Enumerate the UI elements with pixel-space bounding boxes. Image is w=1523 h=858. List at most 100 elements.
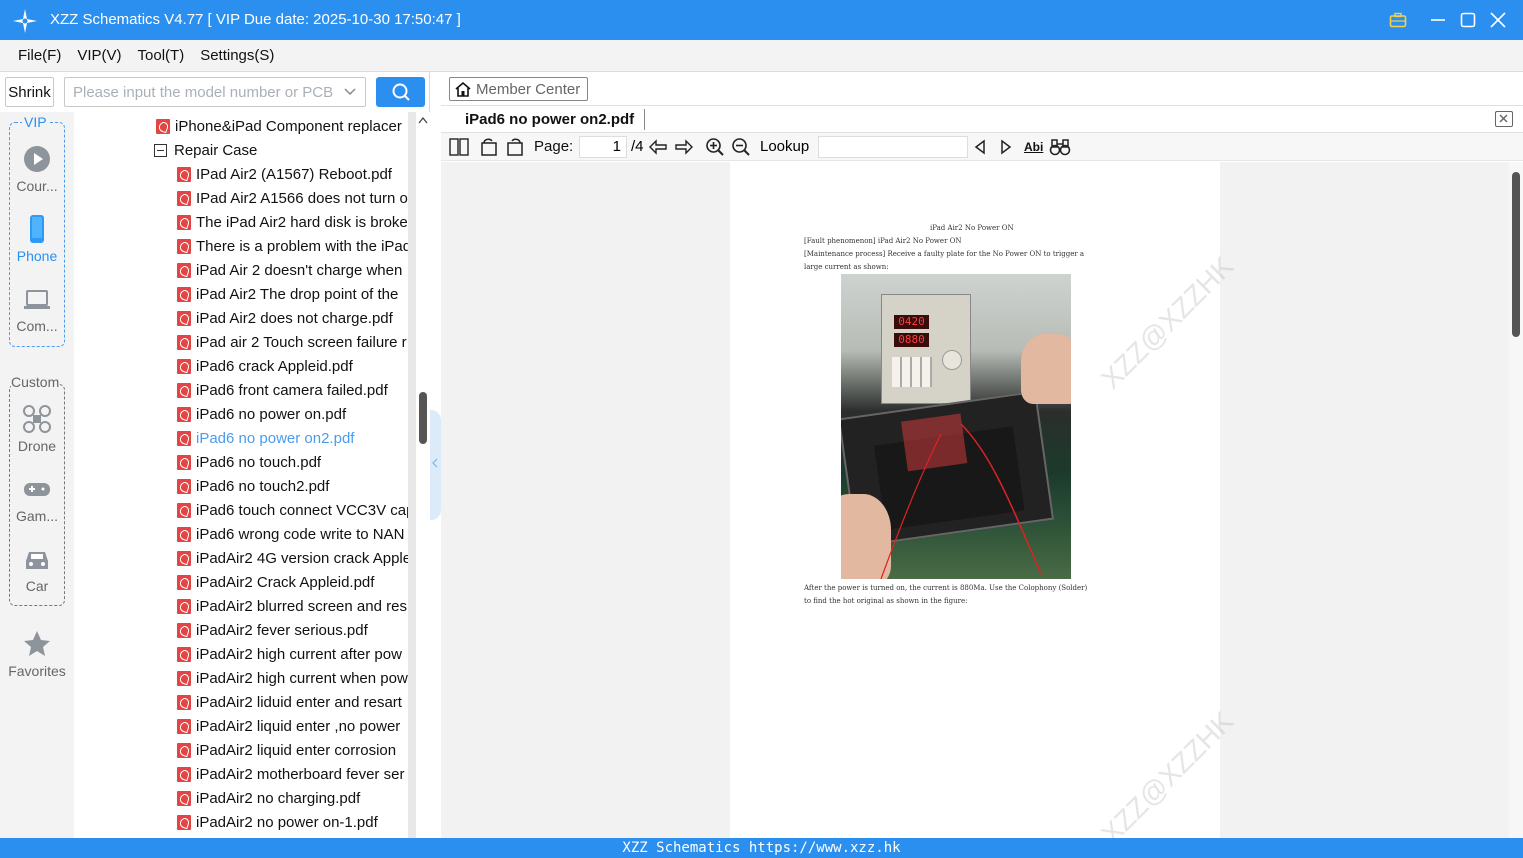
menu-file[interactable]: File(F) <box>18 47 61 64</box>
tree-file-selected[interactable]: iPad6 no power on2.pdf <box>177 426 354 450</box>
pdf-icon <box>177 646 191 662</box>
tree-scrollbar[interactable] <box>416 112 430 838</box>
tree-folder-repair-case[interactable]: Repair Case <box>154 138 257 162</box>
tree-file[interactable]: iPadAir2 motherboard fever ser <box>177 762 404 786</box>
lookup-input[interactable] <box>818 136 968 158</box>
find-next-icon[interactable] <box>999 137 1013 157</box>
document-tab[interactable]: iPad6 no power on2.pdf <box>455 109 646 130</box>
category-drone[interactable]: Drone <box>0 404 74 454</box>
tree-file[interactable]: iPadAir2 liduid enter and resart <box>177 690 402 714</box>
doc-line: to find the hot original as shown in the… <box>804 597 968 605</box>
category-label: Favorites <box>8 663 66 679</box>
find-previous-icon[interactable] <box>973 137 987 157</box>
tree-file[interactable]: iPad6 touch connect VCC3V cap <box>177 498 408 522</box>
tree-item-component-replacement[interactable]: iPhone&iPad Component replacer <box>156 114 402 138</box>
tree-file[interactable]: iPadAir2 blurred screen and res <box>177 594 407 618</box>
tree-file[interactable]: iPadAir2 fever serious.pdf <box>177 618 368 642</box>
category-label: Drone <box>17 438 57 454</box>
tree-file[interactable]: iPad6 crack Appleid.pdf <box>177 354 353 378</box>
member-center-button[interactable]: Member Center <box>449 77 588 101</box>
tree-file[interactable]: iPadAir2 high current after pow <box>177 642 402 666</box>
close-tabs-icon[interactable] <box>1495 111 1513 127</box>
viewer-scrollbar[interactable] <box>1509 162 1523 838</box>
star-icon <box>24 631 50 656</box>
rotate-right-icon[interactable] <box>505 137 525 157</box>
shrink-button[interactable]: Shrink <box>5 77 54 107</box>
tree-file[interactable]: iPadAir2 no charging.pdf <box>177 786 360 810</box>
tree-file[interactable]: IPad Air2 (A1567) Reboot.pdf <box>177 162 392 186</box>
category-favorites[interactable]: Favorites <box>0 629 74 679</box>
pdf-icon <box>177 670 191 686</box>
app-logo-icon <box>13 9 37 33</box>
zoom-in-icon[interactable] <box>705 137 725 157</box>
two-page-view-icon[interactable] <box>449 137 469 157</box>
tree-file[interactable]: iPad air 2 Touch screen failure r <box>177 330 407 354</box>
match-case-icon[interactable]: Abi <box>1024 137 1043 157</box>
tree-file[interactable]: iPad6 no touch.pdf <box>177 450 321 474</box>
collapse-icon[interactable] <box>154 143 167 157</box>
tree-file[interactable]: iPadAir2 liquid enter corrosion <box>177 738 396 762</box>
search-icon <box>392 83 410 101</box>
tree-file[interactable]: iPadAir2 4G version crack Apple <box>177 546 408 570</box>
scrollbar-thumb[interactable] <box>419 392 427 444</box>
phone-icon <box>30 215 44 243</box>
pdf-icon <box>177 550 191 566</box>
tree-file[interactable]: The iPad Air2 hard disk is broke <box>177 210 408 234</box>
tree-file[interactable]: iPadAir2 Crack Appleid.pdf <box>177 570 374 594</box>
scroll-up-icon[interactable] <box>418 116 428 124</box>
tree-file[interactable]: iPadAir2 no power on-1.pdf <box>177 810 378 834</box>
doc-line: [Maintenance process] Receive a faulty p… <box>804 250 1085 258</box>
panel-collapse-handle[interactable] <box>430 410 441 520</box>
category-phone[interactable]: Phone <box>0 214 74 264</box>
tree-file[interactable]: iPad Air2 does not charge.pdf <box>177 306 393 330</box>
model-search-input[interactable]: Please input the model number or PCB <box>64 77 366 107</box>
chevron-down-icon[interactable] <box>343 85 357 99</box>
category-label: Cour... <box>16 178 58 194</box>
search-placeholder: Please input the model number or PCB <box>73 83 334 101</box>
close-button[interactable] <box>1486 8 1510 32</box>
pdf-icon <box>177 334 191 350</box>
scrollbar-thumb[interactable] <box>1512 172 1520 337</box>
category-car[interactable]: Car <box>0 544 74 594</box>
tree-file[interactable]: iPad Air 2 doesn't charge when <box>177 258 402 282</box>
next-page-icon[interactable] <box>674 137 694 157</box>
category-label: Com... <box>16 318 58 334</box>
category-label: Phone <box>16 248 58 264</box>
category-courses[interactable]: Cour... <box>0 144 74 194</box>
binoculars-icon[interactable] <box>1049 137 1071 157</box>
page-number-input[interactable]: 1 <box>579 136 627 158</box>
menu-tool[interactable]: Tool(T) <box>138 47 185 64</box>
rotate-left-icon[interactable] <box>479 137 499 157</box>
pdf-icon <box>177 814 191 830</box>
pdf-icon <box>177 622 191 638</box>
menu-settings[interactable]: Settings(S) <box>200 47 274 64</box>
tree-file[interactable]: IPad Air2 A1566 does not turn o <box>177 186 408 210</box>
window-title: XZZ Schematics V4.77 [ VIP Due date: 202… <box>50 11 461 28</box>
page-label: Page: <box>534 138 574 155</box>
tree-file[interactable]: iPad6 front camera failed.pdf <box>177 378 388 402</box>
category-computer[interactable]: Com... <box>0 284 74 334</box>
page-total: /4 <box>631 138 644 155</box>
tree-file[interactable]: iPad6 no power on.pdf <box>177 402 346 426</box>
doc-line: After the power is turned on, the curren… <box>804 584 1088 592</box>
pdf-icon <box>177 358 191 374</box>
minimize-button[interactable] <box>1426 8 1450 32</box>
tree-file[interactable]: iPad6 no touch2.pdf <box>177 474 329 498</box>
menu-vip[interactable]: VIP(V) <box>77 47 121 64</box>
gamepad-icon <box>24 483 50 496</box>
category-games[interactable]: Gam... <box>0 474 74 524</box>
tree-file[interactable]: iPad Air2 The drop point of the <box>177 282 398 306</box>
pdf-icon <box>177 742 191 758</box>
tree-file[interactable]: iPadAir2 liquid enter ,no power <box>177 714 400 738</box>
tree-file[interactable]: iPadAir2 high current when pow <box>177 666 408 690</box>
pdf-page: iPad Air2 No Power ON [Fault phenomenon]… <box>730 162 1220 838</box>
maximize-button[interactable] <box>1456 8 1480 32</box>
search-button[interactable] <box>376 77 425 107</box>
zoom-out-icon[interactable] <box>731 137 751 157</box>
tree-file[interactable]: There is a problem with the iPad <box>177 234 408 258</box>
briefcase-icon[interactable] <box>1386 8 1410 32</box>
tree-file[interactable]: iPad6 wrong code write to NAN <box>177 522 404 546</box>
previous-page-icon[interactable] <box>648 137 668 157</box>
pdf-icon <box>177 478 191 494</box>
pdf-viewport[interactable]: iPad Air2 No Power ON [Fault phenomenon]… <box>441 162 1523 838</box>
